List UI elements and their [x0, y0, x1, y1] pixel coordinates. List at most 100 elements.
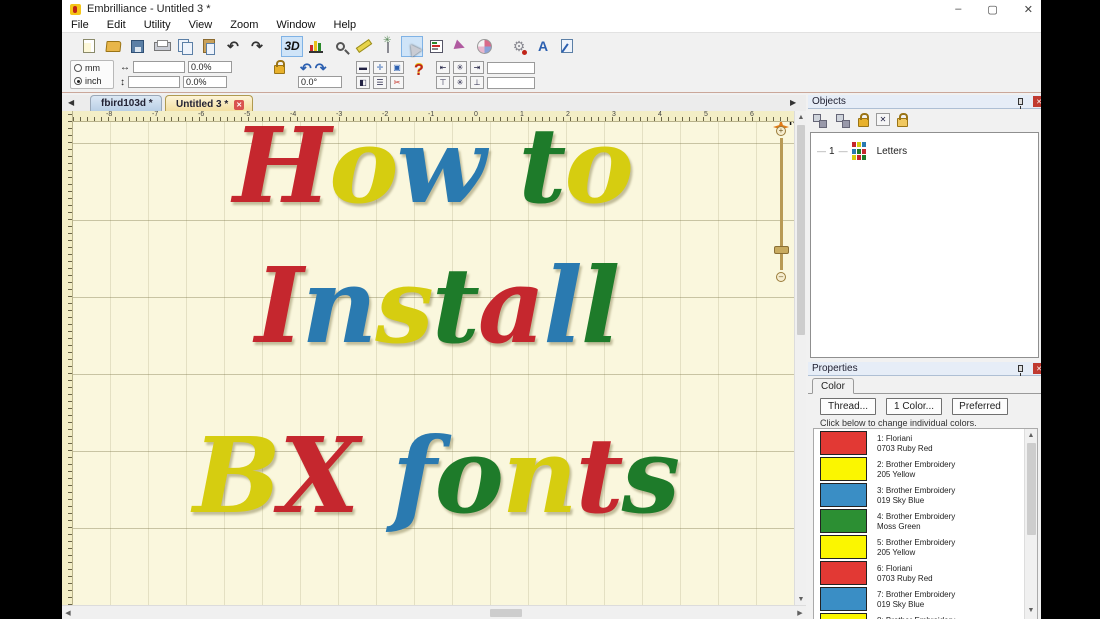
aspect-lock-icon[interactable]: [274, 60, 285, 74]
stitch-list-button[interactable]: ☰: [373, 76, 387, 89]
rotation-field[interactable]: 0.0°: [298, 76, 342, 88]
lock-closed-icon[interactable]: [858, 112, 869, 127]
tab-fbird103d[interactable]: fbird103d *: [90, 95, 162, 111]
align-center-h-button[interactable]: ✳: [453, 61, 467, 74]
lock-open-icon[interactable]: [897, 112, 908, 127]
width-field[interactable]: [133, 61, 185, 73]
maximize-button[interactable]: ▢: [987, 3, 997, 16]
color-list-scrollbar[interactable]: ▲ ▼: [1024, 429, 1037, 619]
align-top-button[interactable]: ⊤: [436, 76, 450, 89]
scale-x-field[interactable]: 0.0%: [188, 61, 232, 73]
open-button[interactable]: [102, 36, 124, 57]
align-left-button[interactable]: ⇤: [436, 61, 450, 74]
rotate-right-icon[interactable]: ↷: [315, 60, 327, 77]
pin-icon[interactable]: [1018, 365, 1023, 376]
scroll-down-icon[interactable]: ▼: [795, 593, 807, 605]
color-scroll-thumb[interactable]: [1027, 443, 1036, 535]
notes-button[interactable]: [556, 36, 578, 57]
thread-color-swatch[interactable]: [820, 613, 867, 619]
panel-close-icon[interactable]: ✕: [1033, 96, 1041, 107]
tab-scroll-right-icon[interactable]: ▶: [790, 98, 796, 107]
panel-close-icon[interactable]: ✕: [1033, 363, 1041, 374]
copy-button[interactable]: [174, 36, 196, 57]
tab-untitled-3[interactable]: Untitled 3 * ✕: [165, 95, 254, 111]
thread-color-swatch[interactable]: [820, 561, 867, 585]
redo-button[interactable]: ↷: [246, 36, 268, 57]
zoom-tool-button[interactable]: [329, 36, 351, 57]
close-button[interactable]: ✕: [1024, 3, 1033, 16]
design-text-line[interactable]: Install: [255, 244, 620, 367]
preferred-button[interactable]: Preferred: [952, 398, 1008, 415]
thread-color-row[interactable]: 3: Brother Embroidery 019 Sky Blue: [820, 483, 1037, 508]
save-button[interactable]: [126, 36, 148, 57]
lock-x-icon[interactable]: ✕: [876, 113, 890, 126]
lettering-button[interactable]: A: [532, 36, 554, 57]
menu-item-edit[interactable]: Edit: [98, 19, 135, 31]
minimize-button[interactable]: –: [955, 3, 961, 15]
measure-button[interactable]: [353, 36, 375, 57]
menu-item-file[interactable]: File: [62, 19, 98, 31]
scroll-right-icon[interactable]: ▶: [794, 607, 806, 619]
new-button[interactable]: [78, 36, 100, 57]
thread-color-swatch[interactable]: [820, 457, 867, 481]
scroll-left-icon[interactable]: ◀: [62, 607, 74, 619]
design-tool-button[interactable]: [449, 36, 471, 57]
design-text-line[interactable]: BX fonts: [193, 414, 680, 537]
thread-color-swatch[interactable]: [820, 535, 867, 559]
scroll-down-icon[interactable]: ▼: [1025, 604, 1037, 616]
thread-color-swatch[interactable]: [820, 483, 867, 507]
unit-mm-radio[interactable]: mm: [74, 63, 110, 73]
help-icon[interactable]: ?: [414, 62, 424, 80]
align-bottom-button[interactable]: ⊥: [470, 76, 484, 89]
pin-icon[interactable]: [1018, 98, 1023, 109]
menu-item-help[interactable]: Help: [325, 19, 366, 31]
horizontal-scrollbar[interactable]: ◀ ▶: [62, 605, 806, 619]
merge-design-button[interactable]: ⚙: [508, 36, 530, 57]
print-button[interactable]: [150, 36, 172, 57]
group-icon[interactable]: [835, 113, 851, 129]
rotate-left-icon[interactable]: ↶: [300, 60, 312, 77]
scroll-up-icon[interactable]: ▲: [795, 111, 807, 123]
vertical-scroll-thumb[interactable]: [797, 125, 805, 335]
thread-button[interactable]: Thread...: [820, 398, 876, 415]
menu-item-window[interactable]: Window: [267, 19, 324, 31]
pos-x-field[interactable]: [487, 61, 535, 74]
pos-y-field[interactable]: [487, 76, 535, 89]
objects-list[interactable]: — 1 — Letters: [810, 132, 1039, 358]
scale-y-field[interactable]: 0.0%: [183, 76, 227, 88]
trim-button[interactable]: ✂: [390, 76, 404, 89]
3d-view-button[interactable]: 3D: [281, 35, 303, 57]
thread-color-swatch[interactable]: [820, 587, 867, 611]
one-color-button[interactable]: 1 Color...: [886, 398, 942, 415]
thread-color-swatch[interactable]: [820, 431, 867, 455]
thread-color-row[interactable]: 2: Brother Embroidery 205 Yellow: [820, 457, 1037, 482]
center-design-button[interactable]: ✛: [373, 61, 387, 74]
thread-color-row[interactable]: 7: Brother Embroidery 019 Sky Blue: [820, 587, 1037, 612]
menu-item-view[interactable]: View: [180, 19, 222, 31]
object-properties-button[interactable]: [425, 36, 447, 57]
design-text-line[interactable]: How to: [233, 122, 634, 227]
zoom-slider[interactable]: + –: [774, 126, 789, 282]
unit-inch-radio[interactable]: inch: [74, 76, 110, 86]
zoom-out-icon[interactable]: –: [776, 272, 786, 282]
tab-color[interactable]: Color: [812, 378, 854, 394]
design-canvas[interactable]: N + – How toInstallBX fonts: [73, 122, 794, 605]
thread-color-list[interactable]: ▲ ▼ 1: Floriani 0703 Ruby Red 2: Brother E…: [813, 428, 1038, 619]
stitch-simulator-button[interactable]: [377, 35, 399, 57]
align-right-button[interactable]: ⇥: [470, 61, 484, 74]
height-field[interactable]: [128, 76, 180, 88]
thread-color-row[interactable]: 5: Brother Embroidery 205 Yellow: [820, 535, 1037, 560]
thread-color-row[interactable]: 4: Brother Embroidery Moss Green: [820, 509, 1037, 534]
menu-item-zoom[interactable]: Zoom: [221, 19, 267, 31]
align-center-v-button[interactable]: ✳: [453, 76, 467, 89]
select-tool-button[interactable]: [401, 35, 423, 57]
contrast-button[interactable]: ◧: [356, 76, 370, 89]
thread-color-row[interactable]: 6: Floriani 0703 Ruby Red: [820, 561, 1037, 586]
stitch-bar-button[interactable]: ▬: [356, 61, 370, 74]
tab-scroll-left-icon[interactable]: ◀: [68, 98, 74, 107]
sequence-icon[interactable]: [812, 113, 828, 129]
zoom-in-icon[interactable]: +: [776, 126, 786, 136]
undo-button[interactable]: ↶: [222, 36, 244, 57]
menu-item-utility[interactable]: Utility: [135, 19, 180, 31]
zoom-slider-handle[interactable]: [774, 246, 789, 254]
